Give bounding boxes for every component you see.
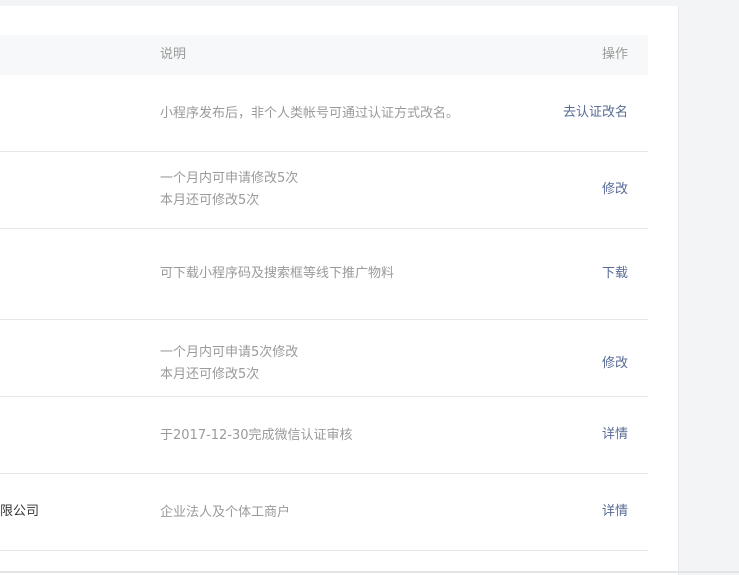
row-name: 限公司 bbox=[0, 504, 40, 519]
table-row: 于2017-12-30完成微信认证审核 详情 bbox=[0, 397, 648, 474]
description-line: 一个月内可申请5次修改 bbox=[160, 345, 299, 360]
row-description: 小程序发布后，非个人类帐号可通过认证方式改名。 bbox=[160, 103, 459, 125]
description-line: 一个月内可申请修改5次 bbox=[160, 171, 299, 186]
header-description: 说明 bbox=[160, 47, 187, 62]
table-row: 小程序发布后，非个人类帐号可通过认证方式改名。 去认证改名 bbox=[0, 75, 648, 152]
download-link[interactable]: 下载 bbox=[602, 264, 628, 284]
header-action: 操作 bbox=[601, 47, 628, 62]
row-description: 于2017-12-30完成微信认证审核 bbox=[160, 425, 353, 447]
row-description: 一个月内可申请5次修改 本月还可修改5次 bbox=[160, 342, 298, 386]
settings-panel: 说明 操作 小程序发布后，非个人类帐号可通过认证方式改名。 去认证改名 一个月内… bbox=[0, 6, 679, 575]
description-line: 本月还可修改5次 bbox=[160, 367, 260, 382]
description-line: 可下载小程序码及搜索框等线下推广物料 bbox=[160, 266, 395, 281]
table-header: 说明 操作 bbox=[0, 35, 648, 75]
row-description: 可下载小程序码及搜索框等线下推广物料 bbox=[160, 263, 394, 285]
details-link[interactable]: 详情 bbox=[602, 425, 628, 445]
description-line: 小程序发布后，非个人类帐号可通过认证方式改名。 bbox=[160, 106, 460, 121]
description-line: 企业法人及个体工商户 bbox=[160, 505, 291, 520]
row-description: 企业法人及个体工商户 bbox=[160, 502, 290, 524]
table-row: 限公司 企业法人及个体工商户 详情 bbox=[0, 474, 648, 551]
bottom-divider bbox=[0, 571, 739, 573]
details-link[interactable]: 详情 bbox=[602, 502, 628, 522]
row-description: 一个月内可申请修改5次 本月还可修改5次 bbox=[160, 168, 298, 212]
rename-via-verification-link[interactable]: 去认证改名 bbox=[563, 103, 628, 123]
description-line: 本月还可修改5次 bbox=[160, 193, 260, 208]
description-line: 于2017-12-30完成微信认证审核 bbox=[160, 428, 353, 443]
modify-link[interactable]: 修改 bbox=[602, 354, 628, 374]
modify-link[interactable]: 修改 bbox=[602, 180, 628, 200]
table-row: 一个月内可申请5次修改 本月还可修改5次 修改 bbox=[0, 320, 648, 397]
table-row: 可下载小程序码及搜索框等线下推广物料 下载 bbox=[0, 229, 648, 320]
table-row: 一个月内可申请修改5次 本月还可修改5次 修改 bbox=[0, 152, 648, 229]
